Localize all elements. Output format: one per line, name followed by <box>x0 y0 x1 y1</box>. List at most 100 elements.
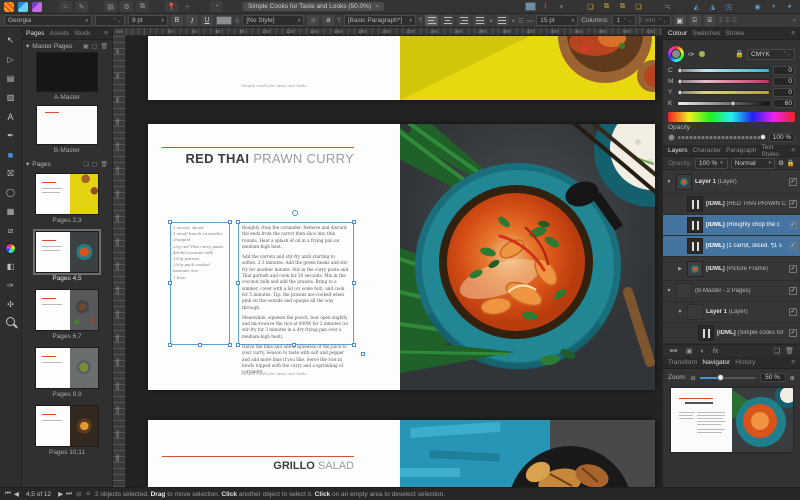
channel-value[interactable]: 60 <box>773 99 795 108</box>
ellipse-tool[interactable]: ◯ <box>4 186 18 199</box>
master-a-item[interactable]: A-Master <box>22 52 112 105</box>
delete-page-icon[interactable]: 🗑 <box>100 161 108 168</box>
next-spread-icon[interactable]: ▶ <box>58 490 63 498</box>
move-to-front-button[interactable]: ❏ <box>584 1 597 12</box>
boolean-add-button[interactable]: ◉ <box>751 1 764 12</box>
picture-frame-tool[interactable]: ⛝ <box>4 167 18 180</box>
tab-colour[interactable]: Colour <box>668 30 687 37</box>
tab-navigator[interactable]: Navigator <box>702 359 730 366</box>
channel-slider[interactable] <box>677 101 770 106</box>
pages-header[interactable]: ▾ Pages ❏ ▢ 🗑 <box>22 158 112 170</box>
layer-row[interactable]: ▼ Layer 1 (Layer) ✓ <box>663 302 800 323</box>
boolean-intersect-button[interactable]: ◕ <box>783 1 796 12</box>
preview-toggle-button[interactable]: ◔ <box>210 1 223 12</box>
artistic-text-tool[interactable]: A <box>4 110 18 123</box>
justify-all-button[interactable] <box>495 15 509 26</box>
tab-stroke[interactable]: Stroke <box>725 30 744 37</box>
selection-handle[interactable] <box>168 220 172 224</box>
zoom-tool[interactable] <box>6 317 15 326</box>
spread-pages-2-3[interactable]: Simple cooks for taste and looks <box>148 36 655 100</box>
layer-row[interactable]: [IDML] (Roughly chop the c ✓ <box>663 215 800 236</box>
layer-visibility-checkbox[interactable]: ✓ <box>789 329 797 337</box>
mask-layer-icon[interactable]: ▣ <box>686 347 693 355</box>
layer-visibility-checkbox[interactable]: ✓ <box>789 242 797 250</box>
page-3-photo[interactable] <box>400 36 655 100</box>
layer-lock-icon[interactable]: 🔒 <box>787 159 795 167</box>
new-document-button[interactable]: ▤ <box>104 1 117 12</box>
expand-arrow-icon[interactable]: ▼ <box>676 309 684 315</box>
rotate-button[interactable]: ◳ <box>722 1 735 12</box>
layer-visibility-checkbox[interactable]: ✓ <box>789 287 797 295</box>
edit-master-icon[interactable]: ▢ <box>92 43 98 50</box>
master-b-item[interactable]: B-Master <box>22 105 112 158</box>
photo-persona-icon[interactable] <box>32 1 42 12</box>
vertical-ruler[interactable]: 40 60 80 100 120 140 160 180 200 220 240 260 280 300 3… <box>113 36 126 487</box>
expand-arrow-icon[interactable]: ▶ <box>676 266 684 272</box>
layer-visibility-checkbox[interactable]: ✓ <box>789 177 797 186</box>
panel-menu-icon[interactable]: ≡ <box>791 359 795 366</box>
layer-effects-icon[interactable]: fx <box>713 348 718 355</box>
zoom-value[interactable]: 50 % <box>759 373 786 382</box>
ingredients-text-frame[interactable]: 1 carrot, sliced 1 small bunch coriander,… <box>170 222 230 345</box>
spread-pages-4-5[interactable]: RED THAI PRAWN CURRY 1 carrot, sliced 1 s… <box>148 124 655 390</box>
grillo-title[interactable]: GRILLO SALAD <box>273 460 354 472</box>
layer-row[interactable]: ▼ Layer 1 (Layer) ✓ <box>663 170 800 194</box>
snapping-magnet-button[interactable]: ⌇ <box>539 1 552 12</box>
layer-row[interactable]: [IDML] (1 carrot, sliced. ¶1 s ✓ <box>663 236 800 257</box>
align-left-button[interactable] <box>425 15 439 26</box>
last-spread-icon[interactable]: ⏭ <box>66 490 72 498</box>
lock-icon[interactable]: 🔒 <box>735 50 744 58</box>
align-bottom-button[interactable]: ⍌ <box>732 17 736 25</box>
add-layer-icon[interactable]: ❏ <box>774 347 780 355</box>
move-forward-button[interactable]: ⧉ <box>600 1 613 12</box>
page-spread-item[interactable]: Pages 2,3 <box>22 170 112 228</box>
frame-text-tool[interactable]: ▤ <box>4 72 18 85</box>
selection-handle[interactable] <box>352 220 356 224</box>
selection-handle[interactable] <box>168 281 172 285</box>
navigator-preview[interactable] <box>670 388 793 452</box>
selection-handle[interactable] <box>236 220 240 224</box>
preflight-icon[interactable]: ≞ <box>85 490 90 498</box>
text-frame-button[interactable]: ▣ <box>673 15 686 26</box>
page-spread-thumbnail[interactable] <box>33 229 101 275</box>
table-tool[interactable]: ▥ <box>4 91 18 104</box>
zoom-slider[interactable] <box>699 374 756 381</box>
pin-button[interactable]: 📍 <box>165 1 178 12</box>
page-spread-thumbnail[interactable] <box>35 289 99 331</box>
blend-mode-select[interactable]: Normal ▾ <box>730 157 776 169</box>
channel-slider[interactable] <box>677 79 770 84</box>
channel-value[interactable]: 0 <box>773 88 795 97</box>
gutter-stepper[interactable]: 2 mm ⌃⌄ <box>638 15 671 26</box>
layer-row[interactable]: ▼ (B-Master - 2 Pages) ✓ <box>663 281 800 302</box>
page-6[interactable]: GRILLO SALAD <box>148 420 400 487</box>
vector-crop-tool[interactable]: ⧄ <box>4 224 18 237</box>
colour-selector-icon[interactable] <box>668 46 684 62</box>
add-button[interactable]: ＋ <box>181 1 194 12</box>
tab-transform[interactable]: Transform <box>668 359 697 366</box>
tab-text-styles[interactable]: Text Styles <box>761 144 786 158</box>
selection-handle[interactable] <box>352 343 356 347</box>
recipe-title[interactable]: RED THAI PRAWN CURRY <box>185 151 354 166</box>
page-spread-item[interactable]: Pages 4,5 <box>22 228 112 286</box>
settings-button[interactable]: ⚙ <box>120 1 133 12</box>
place-image-tool[interactable]: ▦ <box>4 205 18 218</box>
zoom-in-icon[interactable]: ⊕ <box>790 374 795 382</box>
master-b-thumbnail[interactable] <box>36 105 98 145</box>
align-top-button[interactable]: ⍐ <box>719 17 723 25</box>
master-a-thumbnail[interactable] <box>36 52 98 92</box>
edit-button[interactable]: ✎ <box>75 1 88 12</box>
spread-pages-6-7[interactable]: GRILLO SALAD <box>148 420 655 487</box>
layer-row[interactable]: [IDML] (Simple cooks for ✓ <box>663 323 800 344</box>
rectangle-tool[interactable]: ■ <box>4 148 18 161</box>
layer-row[interactable]: [IDML] (RED THAI PRAWN C ✓ <box>663 194 800 215</box>
pasteboard[interactable]: Simple cooks for taste and looks RED THA… <box>126 36 662 487</box>
pen-tool[interactable]: ✒ <box>4 129 18 142</box>
add-pages-icon[interactable]: ❏ <box>83 161 88 168</box>
layer-visibility-checkbox[interactable]: ✓ <box>789 308 797 316</box>
page-7-photo[interactable] <box>400 420 655 487</box>
selection-handle[interactable] <box>236 343 240 347</box>
expand-arrow-icon[interactable]: ▼ <box>665 179 673 185</box>
expand-arrow-icon[interactable]: ▼ <box>665 288 673 294</box>
align-center-button[interactable] <box>441 15 455 26</box>
selection-handle[interactable] <box>198 343 202 347</box>
